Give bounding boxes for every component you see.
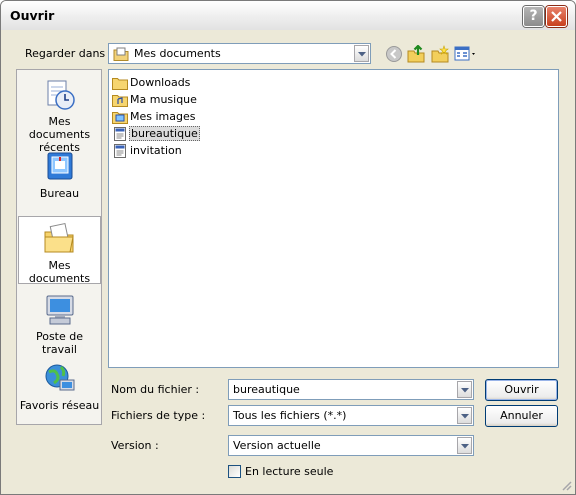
filetype-label: Fichiers de type : (111, 409, 206, 422)
look-in-label: Regarder dans : (25, 47, 113, 60)
help-button[interactable]: ? (523, 6, 544, 27)
new-folder-icon[interactable] (431, 45, 449, 63)
pictures-folder-icon (112, 112, 128, 124)
open-button[interactable]: Ouvrir (485, 379, 558, 401)
network-places-icon (45, 364, 74, 391)
my-documents-small-icon (113, 47, 129, 61)
place-label: Mes documents (28, 259, 91, 285)
cancel-button[interactable]: Annuler (485, 405, 558, 427)
up-folder-icon[interactable] (407, 45, 425, 63)
file-name: Ma musique (130, 93, 197, 106)
version-value: Version actuelle (233, 439, 321, 452)
places-bar: Mes documents récents Bureau Mes documen… (16, 69, 102, 425)
desktop-icon (47, 152, 72, 180)
my-computer-icon (46, 295, 73, 325)
place-my-computer[interactable]: Poste de travail (18, 293, 101, 356)
chevron-down-icon (461, 444, 469, 449)
help-icon: ? (529, 8, 538, 24)
look-in-value: Mes documents (134, 47, 221, 60)
version-dropdown-button[interactable] (457, 437, 472, 454)
readonly-checkbox[interactable] (228, 465, 241, 478)
chevron-down-icon (358, 52, 366, 57)
place-my-documents[interactable]: Mes documents (18, 216, 101, 285)
chevron-down-icon (461, 414, 469, 419)
open-dialog: Ouvrir ? Regarder dans : Mes documents M… (0, 0, 576, 495)
filename-field[interactable]: bureautique (228, 379, 474, 400)
document-icon (114, 144, 126, 158)
close-button[interactable] (546, 6, 567, 27)
folder-icon (112, 78, 128, 90)
place-label: Bureau (39, 187, 80, 200)
place-network[interactable]: Favoris réseau (18, 362, 101, 412)
title-bar: Ouvrir ? (1, 1, 575, 30)
version-label: Version : (111, 439, 159, 452)
readonly-label[interactable]: En lecture seule (245, 465, 333, 478)
file-name: Mes images (130, 110, 196, 123)
filename-dropdown-button[interactable] (457, 381, 472, 398)
close-icon (551, 11, 562, 22)
chevron-down-icon (461, 388, 469, 393)
music-folder-icon (112, 95, 128, 107)
document-icon (114, 127, 126, 141)
my-documents-icon (44, 222, 74, 253)
filetype-dropdown-button[interactable] (457, 407, 472, 424)
recent-documents-icon (47, 80, 75, 110)
file-list[interactable]: Downloads Ma musique Mes images bureauti… (108, 69, 559, 368)
dialog-title: Ouvrir (10, 8, 55, 23)
filetype-value: Tous les fichiers (*.*) (233, 409, 347, 422)
file-name: invitation (130, 144, 182, 157)
file-name: Downloads (130, 76, 191, 89)
filename-label: Nom du fichier : (111, 383, 200, 396)
place-recent-documents[interactable]: Mes documents récents (18, 78, 101, 154)
resize-grip[interactable] (560, 479, 572, 491)
place-label: Favoris réseau (19, 399, 100, 412)
view-menu-icon[interactable] (454, 45, 478, 63)
place-label: Poste de travail (35, 330, 84, 356)
version-select[interactable]: Version actuelle (228, 435, 474, 456)
filename-value: bureautique (233, 383, 300, 396)
back-icon[interactable] (385, 45, 403, 63)
file-name: bureautique (129, 126, 200, 141)
place-label: Mes documents récents (28, 115, 91, 154)
place-desktop[interactable]: Bureau (18, 150, 101, 200)
look-in-dropdown-button[interactable] (354, 45, 369, 62)
look-in-combo[interactable]: Mes documents (108, 43, 371, 64)
filetype-select[interactable]: Tous les fichiers (*.*) (228, 405, 474, 426)
